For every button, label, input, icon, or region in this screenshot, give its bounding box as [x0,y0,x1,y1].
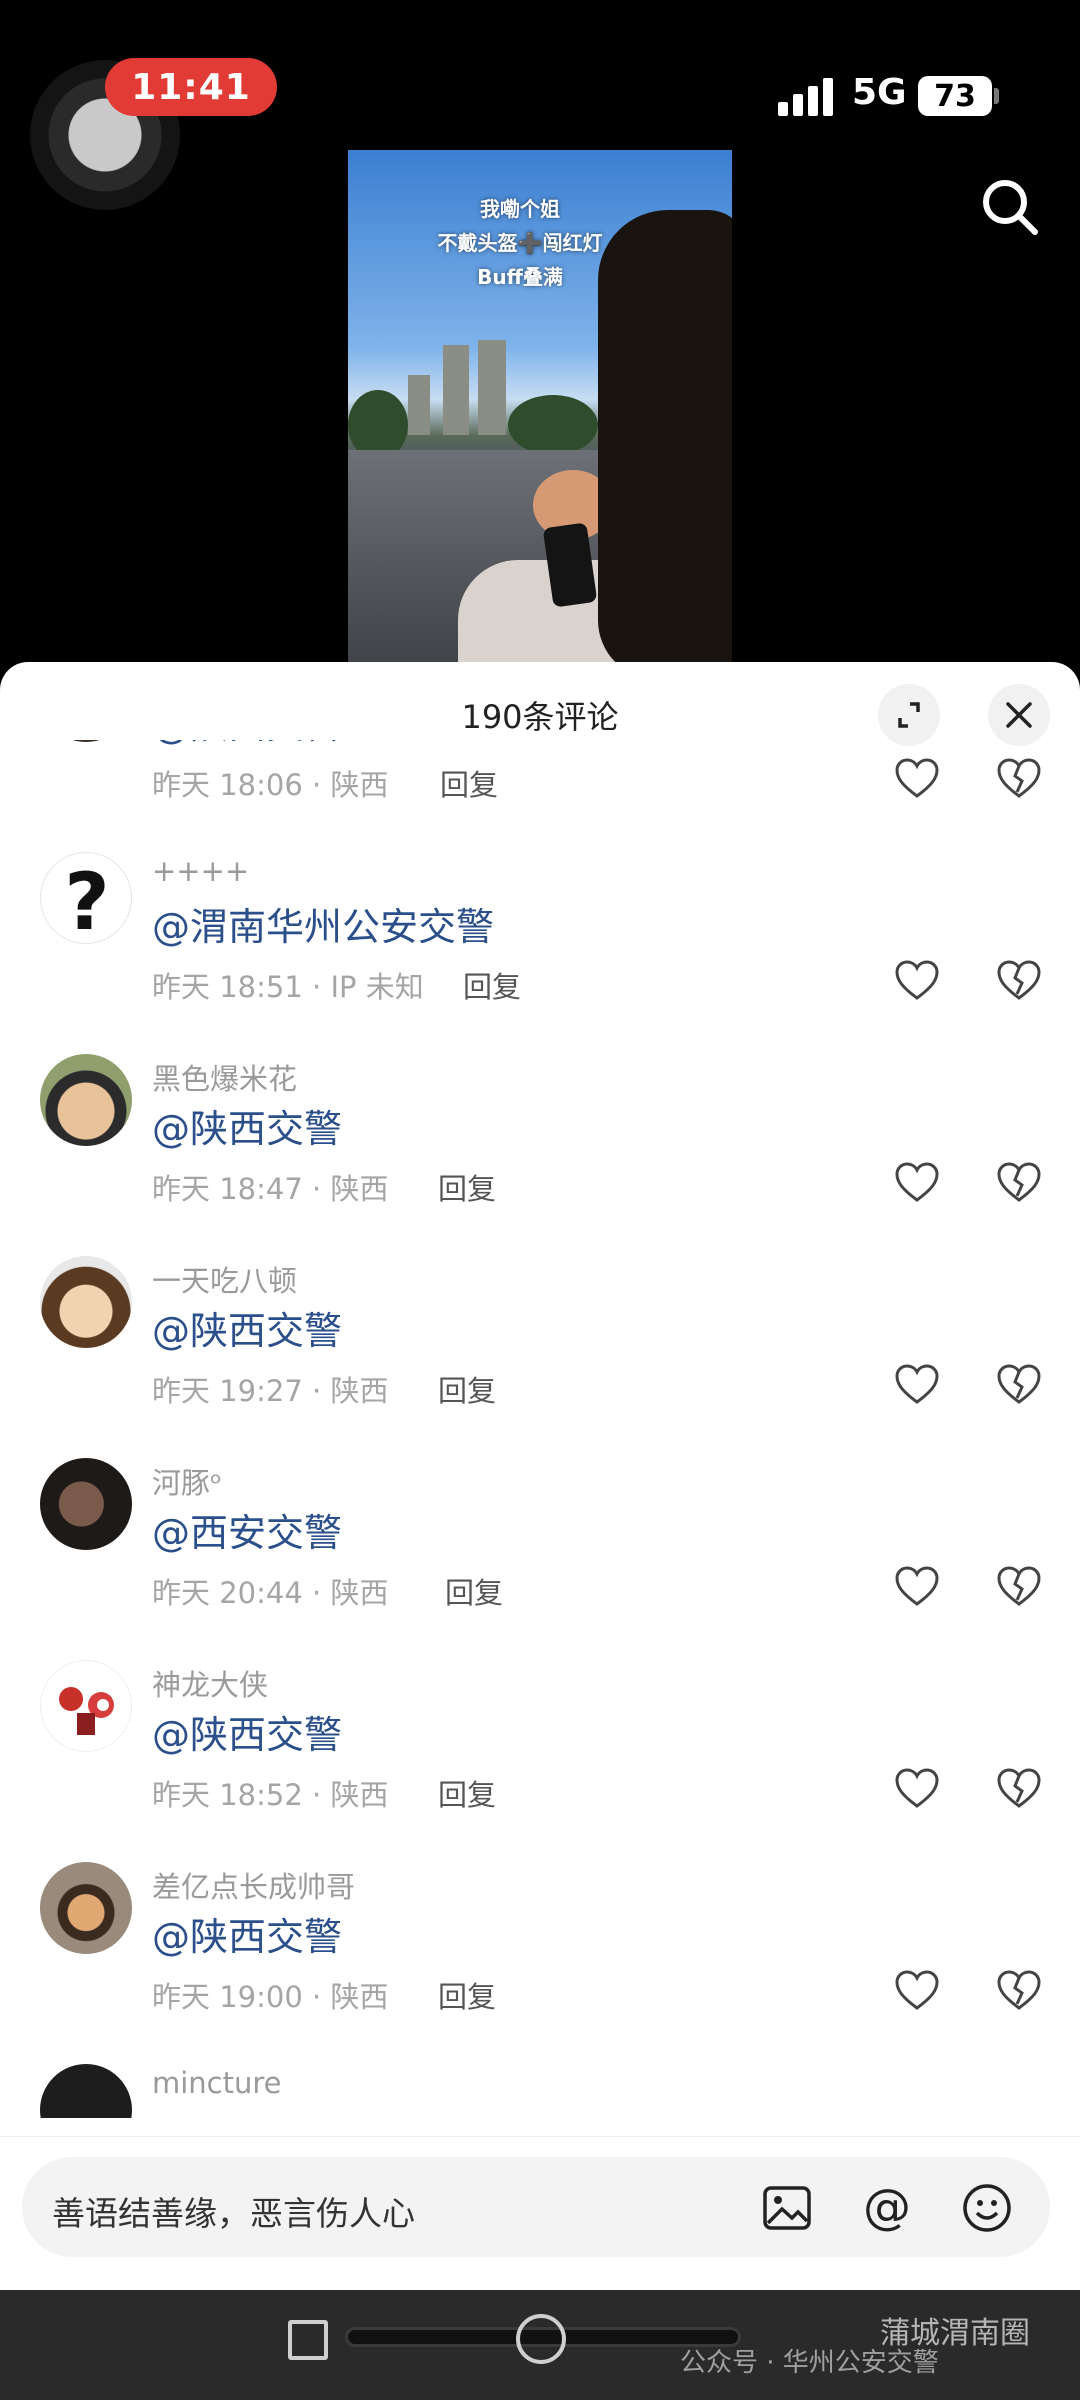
comment-item: 河豚ᵒ @西安交警 昨天 20:44 · 陕西 回复 [0,1438,1080,1640]
status-bar: 11:41 5G 73 [0,0,1080,210]
close-icon [1006,702,1032,728]
comment-username[interactable]: 河豚ᵒ [152,1460,222,1502]
comment-item: 黑色爆米花 @陕西交警 昨天 18:47 · 陕西 回复 [0,1034,1080,1236]
reply-button[interactable]: 回复 [438,1368,496,1410]
comment-text[interactable]: @渭南华州公安交警 [152,896,494,951]
recents-button[interactable] [288,2320,328,2360]
comment-time: 昨天 18:06 · 陕西 [152,768,389,802]
comment-username[interactable]: ++++ [152,854,249,888]
comment-time: 昨天 18:51 · IP 未知 [152,970,424,1004]
comment-text[interactable]: @陕西交警 [152,1906,342,1961]
avatar[interactable] [40,1862,132,1954]
comment-item: 一天吃八顿 @陕西交警 昨天 19:27 · 陕西 回复 [0,1236,1080,1438]
dislike-broken-heart-icon[interactable] [994,754,1044,804]
video-caption: 我嘞个姐 不戴头盔➕闯红灯 Buff叠满 [348,192,732,294]
comment-text[interactable]: @西安交警 [152,1502,342,1557]
question-mark-icon: ? [64,858,109,944]
reply-button[interactable]: 回复 [438,1166,496,1208]
avatar[interactable] [40,740,132,742]
dislike-broken-heart-icon[interactable] [994,1360,1044,1410]
comment-username[interactable]: 差亿点长成帅哥 [152,1864,355,1906]
avatar[interactable] [40,1458,132,1550]
search-button[interactable] [975,172,1045,242]
comment-username[interactable]: 神龙大侠 [152,1662,268,1704]
battery-icon [994,88,999,104]
reply-button[interactable]: 回复 [440,762,498,804]
like-heart-icon[interactable] [892,1562,942,1612]
caption-line: 我嘞个姐 [480,197,560,221]
comment-time: 昨天 18:47 · 陕西 [152,1172,389,1206]
system-navigation-bar: 公众号 · 华州公安交警 蒲城渭南圈 [0,2290,1080,2400]
like-heart-icon[interactable] [892,956,942,1006]
dislike-broken-heart-icon[interactable] [994,1158,1044,1208]
reply-button[interactable]: 回复 [438,1974,496,2016]
comment-time: 昨天 19:27 · 陕西 [152,1374,389,1408]
svg-text:?: ? [64,858,109,944]
close-button[interactable] [988,684,1050,746]
comment-input[interactable]: 善语结善缘，恶言伤人心 @ [22,2157,1050,2257]
avatar[interactable] [40,2064,132,2118]
comment-item: @陕西交警 昨天 18:06 · 陕西 回复 [0,740,1080,832]
comment-item: ? ++++ @渭南华州公安交警 昨天 18:51 · IP 未知 回复 [0,832,1080,1034]
like-heart-icon[interactable] [892,1360,942,1410]
comment-item: 差亿点长成帅哥 @陕西交警 昨天 19:00 · 陕西 回复 [0,1842,1080,2044]
comment-text[interactable]: @陕西交警 [152,1704,342,1759]
mention-at-icon[interactable]: @ [860,2181,914,2235]
avatar[interactable]: ? [40,852,132,944]
svg-text:@: @ [863,2181,911,2235]
search-icon [983,180,1038,235]
comment-input-bar: 善语结善缘，恶言伤人心 @ [0,2136,1080,2290]
expand-button[interactable] [878,684,940,746]
avatar[interactable] [40,1256,132,1348]
comment-time: 昨天 19:00 · 陕西 [152,1980,389,2014]
video-player[interactable]: 我嘞个姐 不戴头盔➕闯红灯 Buff叠满 [348,150,732,670]
comment-item: 神龙大侠 @陕西交警 昨天 18:52 · 陕西 回复 [0,1640,1080,1842]
expand-icon [898,702,920,728]
comment-time: 昨天 20:44 · 陕西 [152,1576,389,1610]
watermark-brand: 蒲城渭南圈 [880,2316,1030,2351]
avatar[interactable] [40,1054,132,1146]
home-button[interactable] [516,2314,566,2364]
dislike-broken-heart-icon[interactable] [994,1966,1044,2016]
reply-button[interactable]: 回复 [463,964,521,1006]
signal-icon [778,76,834,116]
caption-line: 不戴头盔➕闯红灯 [437,231,603,255]
like-heart-icon[interactable] [892,1158,942,1208]
comment-username[interactable]: 黑色爆米花 [152,1056,297,1098]
image-icon[interactable] [760,2181,814,2235]
panda-illustration-icon [59,1687,114,1735]
reply-button[interactable]: 回复 [438,1772,496,1814]
dislike-broken-heart-icon[interactable] [994,1764,1044,1814]
comment-time: 昨天 18:52 · 陕西 [152,1778,389,1812]
caption-line: Buff叠满 [477,265,563,289]
comment-list[interactable]: @陕西交警 昨天 18:06 · 陕西 回复 ? ++++ @渭南华州公安交警 … [0,740,1080,2118]
comment-text: @陕西交警 [152,740,342,749]
comment-input-placeholder: 善语结善缘，恶言伤人心 [52,2194,415,2233]
status-time: 11:41 [105,58,277,116]
reply-button[interactable]: 回复 [445,1570,503,1612]
network-type: 5G [852,72,907,113]
dislike-broken-heart-icon[interactable] [994,956,1044,1006]
like-heart-icon[interactable] [892,1966,942,2016]
comment-sheet: 190条评论 @陕西交警 昨天 18:06 · 陕西 回复 ? ++++ @渭南… [0,662,1080,2290]
comment-username[interactable]: 一天吃八顿 [152,1258,297,1300]
dislike-broken-heart-icon[interactable] [994,1562,1044,1612]
like-heart-icon[interactable] [892,754,942,804]
battery-level: 73 [918,76,992,116]
emoji-icon[interactable] [960,2181,1014,2235]
avatar[interactable] [40,1660,132,1752]
comment-text[interactable]: @陕西交警 [152,1300,342,1355]
like-heart-icon[interactable] [892,1764,942,1814]
comment-text[interactable]: @陕西交警 [152,1098,342,1153]
comment-item: mincture [0,2044,1080,2118]
comment-username[interactable]: mincture [152,2066,282,2100]
